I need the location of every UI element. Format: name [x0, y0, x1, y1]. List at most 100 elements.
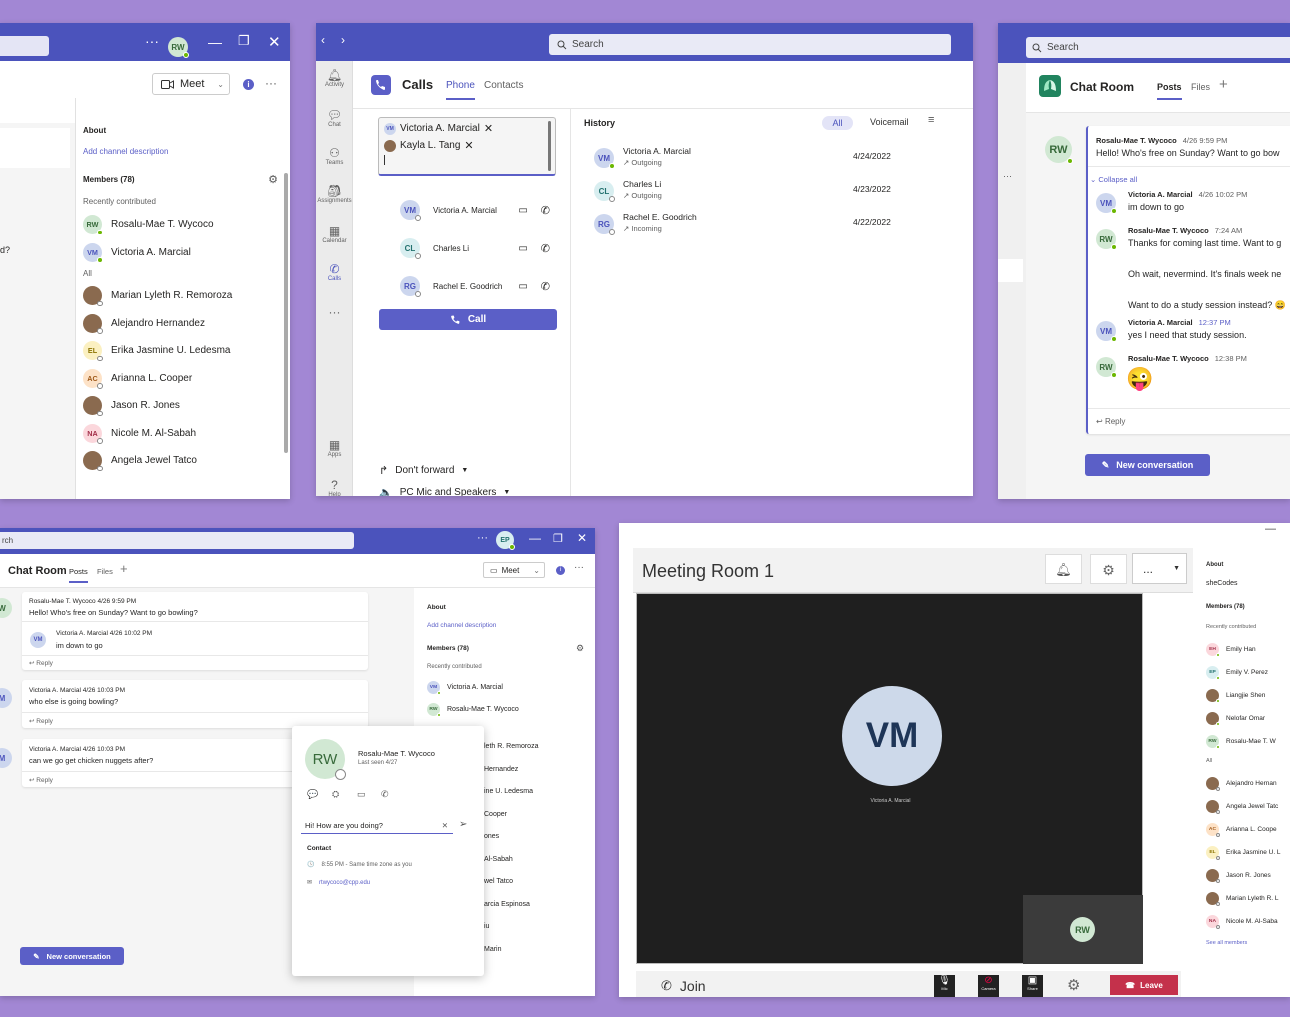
email[interactable]: ✉ rtwycoco@cpp.edu [307, 879, 370, 887]
maximize-icon[interactable]: ❐ [238, 33, 250, 49]
member-row[interactable]: NA Nicole M. Al-Sabah [83, 420, 283, 448]
member-row[interactable]: RW Rosalu-Mae T. W [1206, 730, 1276, 753]
add-tab-icon[interactable]: + [1219, 76, 1228, 93]
member-row[interactable]: RW Rosalu-Mae T. Wycoco [83, 211, 283, 239]
member-row[interactable]: EP Emily V. Perez [1206, 661, 1276, 684]
see-all-members-link[interactable]: See all members [1206, 940, 1247, 946]
video-call-icon[interactable]: ▭ [518, 243, 527, 254]
minimize-icon[interactable]: — [529, 531, 541, 545]
add-member-icon[interactable]: ⚙ [576, 643, 584, 654]
org-icon[interactable]: ⛭ [332, 789, 339, 800]
chevron-down-icon[interactable]: ⌄ [533, 566, 540, 575]
member-row[interactable]: NA Nicole M. Al-Saba [1206, 910, 1281, 933]
member-name-partial[interactable]: ones [484, 833, 538, 856]
member-row[interactable]: Jason R. Jones [83, 392, 283, 420]
member-name-partial[interactable]: ine U. Ledesma [484, 788, 538, 811]
member-name-partial[interactable]: leth R. Remoroza [484, 743, 538, 766]
voicemail-tab[interactable]: Voicemail [870, 117, 909, 127]
member-name-partial[interactable]: Hernandez [484, 766, 538, 789]
history-row[interactable]: CL Charles Li ↗ Outgoing 4/23/2022 [594, 179, 891, 212]
scrollbar[interactable] [284, 173, 288, 453]
maximize-icon[interactable]: ❐ [553, 532, 563, 545]
add-tab-icon[interactable]: + [120, 561, 128, 576]
more-options-icon[interactable]: ··· [265, 76, 277, 90]
share-button[interactable]: ▣ Share [1022, 975, 1043, 997]
chevron-down-icon[interactable]: ⌄ [217, 80, 224, 89]
clear-icon[interactable]: ✕ [442, 818, 448, 834]
filter-all-button[interactable]: All [822, 116, 853, 130]
join-button[interactable]: ✆ Join [661, 978, 706, 994]
minimize-icon[interactable]: — [1265, 523, 1276, 535]
member-row[interactable]: RW Rosalu-Mae T. Wycoco [427, 698, 519, 720]
phone-icon[interactable]: ✆ [541, 242, 550, 255]
member-row[interactable]: Marian Lyleth R. L [1206, 887, 1281, 910]
member-name-partial[interactable]: Al-Sabah [484, 856, 538, 879]
member-row[interactable]: Nelofar Omar [1206, 707, 1276, 730]
mic-button[interactable]: 🎙︎ Mic [934, 975, 955, 997]
rail-item-calendar[interactable]: ▦ Calendar [316, 225, 353, 245]
filter-icon[interactable]: ≡ [928, 114, 934, 126]
recipients-input[interactable]: VM Victoria A. Marcial ✕ Kayla L. Tang ✕ [378, 117, 556, 176]
close-icon[interactable]: ✕ [577, 531, 587, 545]
send-icon[interactable]: ➢ [459, 819, 467, 830]
back-icon[interactable]: ‹ [321, 33, 325, 47]
more-icon[interactable]: ··· [1003, 171, 1012, 181]
rail-item-assignments[interactable]: 🎒︎ Assignments [316, 185, 353, 205]
member-row[interactable]: VM Victoria A. Marcial [427, 676, 519, 698]
tab-files[interactable]: Files [97, 567, 113, 576]
member-name-partial[interactable]: arcia Espinosa [484, 901, 538, 924]
member-name-partial[interactable]: Cooper [484, 811, 538, 834]
reply-button[interactable]: ↩ Reply [1096, 417, 1125, 426]
info-icon[interactable]: i [556, 566, 565, 575]
tab-posts[interactable]: Posts [69, 567, 88, 583]
more-apps-icon[interactable]: ··· [316, 305, 353, 319]
speed-dial-row[interactable]: RG Rachel E. Goodrich ▭ ✆ [400, 267, 550, 305]
settings-button[interactable]: ⚙ [1090, 554, 1127, 584]
tab-contacts[interactable]: Contacts [484, 80, 523, 91]
history-row[interactable]: VM Victoria A. Marcial ↗ Outgoing 4/24/2022 [594, 146, 891, 179]
rail-item-activity[interactable]: 🔔︎ Activity [316, 69, 353, 89]
member-row[interactable]: Alejandro Hernan [1206, 772, 1281, 795]
member-row[interactable]: Jason R. Jones [1206, 864, 1281, 887]
member-row[interactable]: AC Arianna L. Cooper [83, 365, 283, 393]
tab-phone[interactable]: Phone [446, 80, 475, 100]
new-conversation-button[interactable]: ✎ New conversation [1085, 454, 1210, 476]
avatar[interactable]: RW [305, 739, 346, 780]
search-input[interactable]: Search [549, 34, 951, 55]
tab-posts[interactable]: Posts [1157, 82, 1182, 100]
rail-item-apps[interactable]: ▦ Apps [316, 439, 353, 459]
member-row[interactable]: EL Erika Jasmine U. Ledesma [83, 337, 283, 365]
minimize-icon[interactable]: — [208, 34, 222, 50]
close-icon[interactable]: ✕ [268, 33, 281, 51]
video-call-icon[interactable]: ▭ [518, 281, 527, 292]
member-row[interactable]: Alejandro Hernandez [83, 310, 283, 338]
message-input[interactable]: Hi! How are you doing? ✕ [301, 818, 453, 834]
add-channel-description-link[interactable]: Add channel description [427, 622, 496, 629]
avatar[interactable]: RW [168, 37, 189, 58]
history-row[interactable]: RG Rachel E. Goodrich ↗ Incoming 4/22/2022 [594, 212, 891, 245]
forward-setting[interactable]: ↱ Don't forward ▼ [379, 464, 468, 477]
more-options-icon[interactable]: ··· [574, 562, 584, 573]
video-call-icon[interactable]: ▭ [357, 789, 366, 800]
member-name-partial[interactable]: wel Tatco [484, 878, 538, 901]
call-button[interactable]: Call [379, 309, 557, 330]
remove-icon[interactable]: ✕ [464, 139, 473, 152]
rail-item-teams[interactable]: ⚇ Teams [316, 147, 353, 167]
rail-item-calls[interactable]: ✆ Calls [316, 263, 353, 283]
reply-button[interactable]: ↩ Reply [29, 659, 53, 667]
phone-icon[interactable]: ✆ [541, 204, 550, 217]
member-row[interactable]: EL Erika Jasmine U. L [1206, 841, 1281, 864]
search-input[interactable]: rch [0, 532, 354, 549]
member-row[interactable]: EH Emily Han [1206, 638, 1276, 661]
add-channel-description-link[interactable]: Add channel description [83, 147, 283, 156]
member-row[interactable]: AC Arianna L. Coope [1206, 818, 1281, 841]
speed-dial-row[interactable]: CL Charles Li ▭ ✆ [400, 229, 550, 267]
member-name-partial[interactable]: iu [484, 923, 538, 946]
phone-icon[interactable]: ✆ [381, 789, 389, 800]
avatar[interactable]: EP [496, 531, 515, 550]
more-icon[interactable]: ··· [477, 532, 488, 544]
remove-icon[interactable]: ✕ [484, 122, 493, 135]
more-icon[interactable]: ··· [145, 33, 159, 49]
scrollbar[interactable] [548, 121, 551, 171]
reply-button[interactable]: ↩ Reply [29, 717, 53, 725]
